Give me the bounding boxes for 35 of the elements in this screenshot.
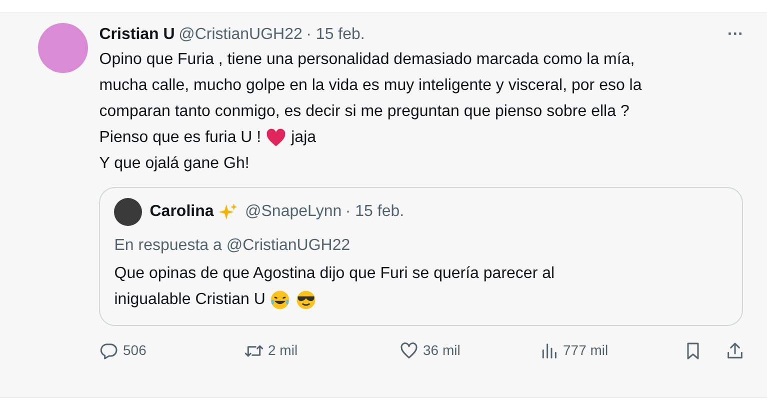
tweet-text: inigualable Cristian U (114, 290, 266, 310)
avatar-picture (114, 198, 142, 226)
tweet-text: mucha calle, mucho golpe en la vida es muy inteligente y visceral, por eso la (99, 76, 642, 96)
heart-outline-icon (399, 340, 420, 361)
sunglasses-face-icon (295, 289, 318, 312)
more-icon[interactable]: ··· (728, 23, 744, 47)
views-button[interactable]: 777 mil (539, 340, 680, 362)
tweet-text: Y que ojalá gane Gh! (99, 154, 250, 174)
tweet-text: comparan tanto conmigo, es decir si me preguntan que pienso sobre ella ? (99, 102, 630, 122)
action-count: 36 mil (423, 341, 460, 360)
tweet-date: · 15 feb. (345, 202, 404, 222)
sparkles-icon (218, 202, 238, 222)
tweet-text: Pienso que es furia U ! (99, 128, 262, 148)
tweet-text: Que opinas de que Agostina dijo que Furi se quería parecer al (114, 264, 555, 284)
speech-bubble-icon (99, 340, 120, 361)
like-button[interactable]: 36 mil (399, 340, 540, 362)
tweet-text: Opino que Furia , tiene una personalidad demasiado marcada como la mía, (99, 50, 635, 70)
author-handle[interactable]: @CristianUGH22 (178, 23, 302, 47)
laughing-face-icon (269, 289, 292, 312)
share-button[interactable] (725, 340, 746, 361)
author-handle: @SnapeLynn (245, 202, 342, 222)
share-icon (725, 340, 746, 361)
reply-button[interactable]: 506 (99, 340, 244, 362)
retweet-button[interactable]: 2 mil (244, 340, 400, 362)
action-count: 777 mil (563, 341, 608, 360)
action-count: 2 mil (268, 341, 298, 360)
author-name[interactable]: Cristian U (99, 23, 175, 47)
reply-context: En respuesta a @CristianUGH22 (114, 236, 352, 256)
tweet-text: jaja (291, 128, 316, 148)
heart-icon (265, 127, 288, 149)
avatar-picture (38, 23, 88, 73)
tweet-date[interactable]: · 15 feb. (306, 23, 365, 47)
action-count: 506 (123, 341, 146, 360)
author-name: Carolina (150, 202, 214, 222)
quoted-tweet-card[interactable]: Carolina @SnapeLynn · 15 feb. En respuesta a @CristianUGH22 Que opinas de que Agostina dijo que Furi se quería parecer al inigualable Cristian U (99, 187, 744, 326)
